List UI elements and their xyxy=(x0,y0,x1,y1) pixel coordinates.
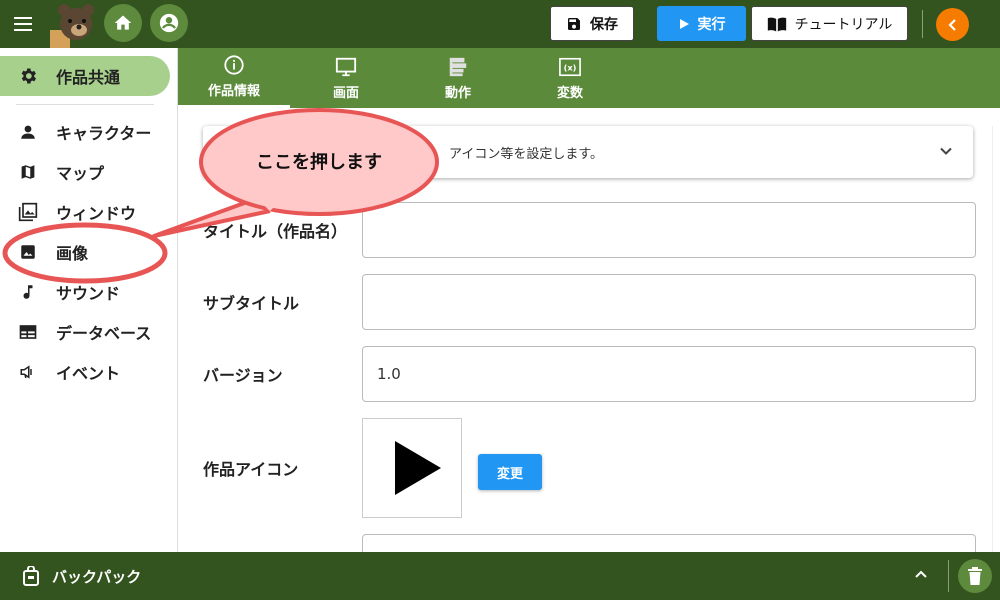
expander-description: アイコン等を設定します。 xyxy=(449,147,604,162)
table-icon xyxy=(18,322,38,342)
account-button[interactable] xyxy=(150,4,188,42)
backpack-icon xyxy=(23,566,39,586)
sidebar-divider xyxy=(16,104,154,105)
tab-bar: 作品情報 画面 動作 (x) 変数 xyxy=(178,48,1000,108)
sidebar-item-map[interactable]: マップ xyxy=(0,152,170,192)
hamburger-menu-icon[interactable] xyxy=(10,12,36,36)
image-icon xyxy=(18,242,38,262)
sidebar-item-label: 画像 xyxy=(56,244,89,263)
map-icon xyxy=(18,162,38,182)
change-icon-button[interactable]: 変更 xyxy=(478,454,542,490)
play-triangle-icon xyxy=(395,441,441,495)
version-field[interactable] xyxy=(362,346,976,402)
bear-logo xyxy=(46,2,96,48)
collapse-button[interactable] xyxy=(936,8,969,41)
header-divider xyxy=(922,10,923,38)
play-icon xyxy=(679,18,689,29)
monitor-icon xyxy=(335,56,357,78)
sidebar-item-image[interactable]: 画像 xyxy=(0,232,170,272)
sidebar-item-character[interactable]: キャラクター xyxy=(0,112,170,152)
sidebar-item-sound[interactable]: サウンド xyxy=(0,272,170,312)
backpack-bar[interactable]: バックパック xyxy=(0,552,1000,600)
sidebar-item-label: 作品共通 xyxy=(56,68,121,87)
sidebar-item-label: データベース xyxy=(56,324,152,343)
variable-icon: (x) xyxy=(559,56,581,78)
home-icon xyxy=(114,15,132,30)
save-label: 保存 xyxy=(590,16,618,33)
person-icon xyxy=(18,122,38,142)
trash-icon xyxy=(968,567,982,585)
run-label: 実行 xyxy=(697,16,726,33)
gear-icon xyxy=(18,66,38,86)
sidebar-item-common[interactable]: 作品共通 xyxy=(0,56,170,96)
blocks-icon xyxy=(447,56,469,78)
scrollbar[interactable] xyxy=(992,126,993,552)
tab-project-info[interactable]: 作品情報 xyxy=(178,48,290,108)
save-button[interactable]: 保存 xyxy=(550,6,634,41)
info-icon xyxy=(223,54,245,76)
sidebar-item-label: サウンド xyxy=(56,284,121,303)
tutorial-button[interactable]: チュートリアル xyxy=(751,6,908,41)
tab-label: 動作 xyxy=(444,85,471,101)
svg-text:(x): (x) xyxy=(564,62,577,72)
bottom-divider xyxy=(948,560,949,592)
backpack-label: バックパック xyxy=(52,568,142,586)
sidebar-item-window[interactable]: ウィンドウ xyxy=(0,192,170,232)
tab-label: 変数 xyxy=(556,85,583,101)
music-note-icon xyxy=(18,282,38,302)
tab-screen[interactable]: 画面 xyxy=(290,48,402,108)
sidebar-item-label: マップ xyxy=(56,164,105,183)
top-app-bar: 保存 実行 チュートリアル xyxy=(0,0,1000,48)
change-label: 変更 xyxy=(496,466,523,482)
window-image-icon xyxy=(18,202,38,222)
sidebar-item-label: キャラクター xyxy=(56,124,152,143)
callout-text: ここを押します xyxy=(256,152,382,173)
floppy-disk-icon xyxy=(568,17,580,30)
sidebar-item-label: イベント xyxy=(56,364,121,383)
tab-label: 作品情報 xyxy=(207,84,260,99)
home-button[interactable] xyxy=(104,4,142,42)
sidebar-item-label: ウィンドウ xyxy=(56,204,137,223)
sidebar: 作品共通 キャラクター マップ ウィンドウ 画像 サウンド データベース イベン… xyxy=(0,48,178,552)
tab-variables[interactable]: (x) 変数 xyxy=(514,48,626,108)
version-label: バージョン xyxy=(203,366,283,385)
project-info-panel: アイコン等を設定します。 タイトル（作品名） サブタイトル バージョン 作品アイ… xyxy=(178,108,1000,574)
sidebar-item-event[interactable]: イベント xyxy=(0,352,170,392)
tutorial-label: チュートリアル xyxy=(794,16,893,33)
chevron-left-icon xyxy=(947,18,956,31)
account-circle-icon xyxy=(159,13,179,33)
sidebar-item-database[interactable]: データベース xyxy=(0,312,170,352)
tab-label: 画面 xyxy=(332,85,359,101)
project-icon-preview xyxy=(362,418,462,518)
open-book-icon xyxy=(767,17,786,31)
trash-button[interactable] xyxy=(958,559,992,593)
tab-behavior[interactable]: 動作 xyxy=(402,48,514,108)
chevron-up-icon[interactable] xyxy=(912,566,930,584)
title-field[interactable] xyxy=(362,202,976,258)
project-icon-label: 作品アイコン xyxy=(203,460,299,479)
subtitle-field[interactable] xyxy=(362,274,976,330)
chevron-down-icon xyxy=(940,147,952,155)
run-button[interactable]: 実行 xyxy=(657,6,746,41)
title-label: タイトル（作品名） xyxy=(203,222,348,241)
megaphone-icon xyxy=(18,362,38,382)
subtitle-label: サブタイトル xyxy=(203,294,300,313)
